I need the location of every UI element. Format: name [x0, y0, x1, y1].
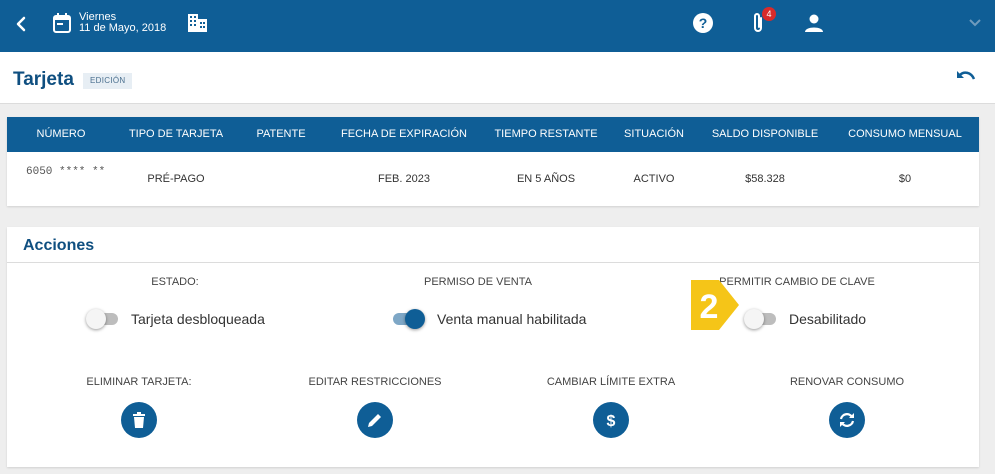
cell-saldo: $58.328 [745, 173, 785, 185]
undo-icon[interactable] [956, 70, 976, 84]
estado-label: ESTADO: [151, 276, 199, 288]
divider [7, 262, 979, 263]
page-title: Tarjeta [13, 69, 74, 90]
acciones-title: Acciones [23, 237, 95, 254]
step-marker-number: 2 [700, 288, 719, 326]
permiso-venta-text: Venta manual habilitada [437, 311, 587, 327]
pencil-icon [368, 414, 381, 427]
eliminar-label: ELIMINAR TARJETA: [86, 376, 192, 388]
editar-restricciones-label: EDITAR RESTRICCIONES [308, 376, 442, 388]
user-icon[interactable] [805, 14, 823, 32]
eliminar-button[interactable] [121, 402, 157, 438]
cambio-clave-text: Desabilitado [789, 311, 867, 327]
cell-situacion: ACTIVO [633, 173, 675, 185]
header-tipo: TIPO DE TARJETA [128, 128, 224, 140]
date-display[interactable]: Viernes 11 de Mayo, 2018 [79, 12, 166, 34]
mode-tag: EDICIÓN [83, 73, 133, 89]
svg-text:?: ? [699, 15, 708, 31]
header-consumo: CONSUMO MENSUAL [848, 128, 962, 140]
header-tiempo: TIEMPO RESTANTE [494, 128, 598, 140]
step-marker-icon: 2 [691, 280, 739, 330]
cell-tipo: PRÉ-PAGO [147, 173, 205, 185]
header-patente: PATENTE [256, 128, 306, 140]
cell-tiempo: EN 5 AÑOS [516, 173, 576, 185]
card-table: NÚMERO TIPO DE TARJETA PATENTE FECHA DE … [7, 117, 979, 206]
help-icon[interactable]: ? [693, 13, 713, 33]
cell-expiracion: FEB. 2023 [378, 173, 430, 185]
notification-badge: 4 [762, 7, 776, 21]
building-icon[interactable] [188, 14, 207, 32]
header-expiracion: FECHA DE EXPIRACIÓN [341, 128, 467, 140]
cell-numero: 6050 **** ** [26, 166, 106, 178]
permiso-venta-label: PERMISO DE VENTA [424, 276, 532, 288]
table-header-row: NÚMERO TIPO DE TARJETA PATENTE FECHA DE … [7, 117, 979, 152]
refresh-icon [839, 413, 855, 427]
svg-text:$: $ [607, 413, 616, 429]
chevron-down-icon[interactable] [968, 18, 982, 28]
cambiar-limite-button[interactable]: $ [593, 402, 629, 438]
page-header: Tarjeta EDICIÓN [0, 52, 995, 104]
cambio-clave-toggle[interactable] [744, 309, 778, 329]
back-arrow-icon[interactable] [13, 14, 29, 34]
header-situacion: SITUACIÓN [624, 128, 684, 140]
header-numero: NÚMERO [36, 128, 86, 140]
cambiar-limite-label: CAMBIAR LÍMITE EXTRA [546, 376, 676, 388]
trash-icon [133, 412, 145, 428]
date-text: 11 de Mayo, 2018 [79, 22, 167, 34]
cell-patente [237, 152, 325, 206]
estado-text: Tarjeta desbloqueada [131, 311, 265, 327]
header-saldo: SALDO DISPONIBLE [711, 128, 819, 140]
permiso-venta-toggle[interactable] [391, 309, 425, 329]
acciones-card: Acciones ESTADO: Tarjeta desbloqueada PE… [7, 227, 979, 467]
renovar-consumo-button[interactable] [829, 402, 865, 438]
calendar-icon[interactable] [53, 13, 71, 33]
estado-toggle[interactable] [86, 309, 120, 329]
top-bar: Viernes 11 de Mayo, 2018 ? 4 [0, 0, 995, 52]
editar-restricciones-button[interactable] [357, 402, 393, 438]
cell-consumo: $0 [898, 173, 912, 185]
dollar-icon: $ [607, 413, 616, 429]
renovar-consumo-label: RENOVAR CONSUMO [789, 376, 905, 388]
